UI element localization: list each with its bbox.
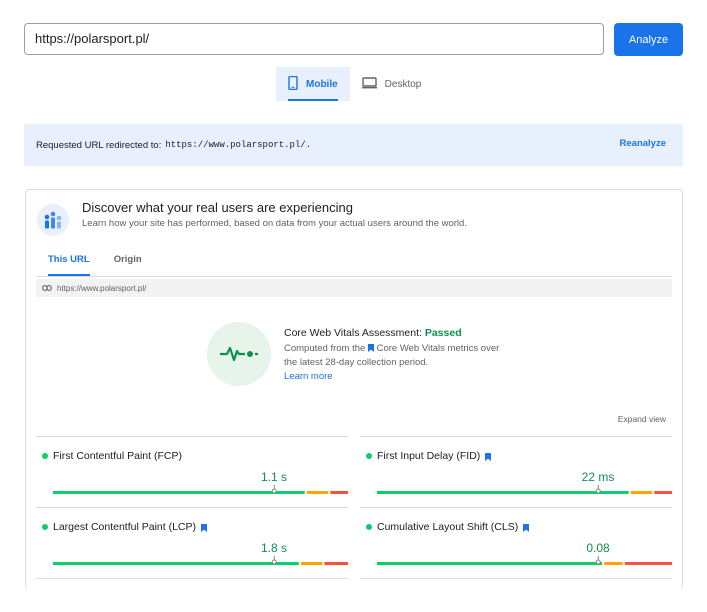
reanalyze-link[interactable]: Reanalyze (620, 138, 666, 149)
metrics-bottom-divider-left (36, 578, 348, 579)
metric-cls: Cumulative Layout Shift (CLS) 0.08 (360, 507, 672, 579)
p75-marker (271, 488, 277, 494)
panel-subtitle: Learn how your site has performed, based… (82, 218, 467, 229)
assessment-label: Core Web Vitals Assessment: (284, 327, 422, 339)
good-dot-icon (366, 453, 372, 459)
p75-marker (595, 559, 601, 565)
bookmark-icon (201, 523, 207, 532)
metric-fcp: First Contentful Paint (FCP) 1.1 s (36, 436, 348, 508)
cwv-pulse-icon (207, 322, 271, 386)
tab-desktop-label: Desktop (384, 78, 422, 90)
tab-desktop[interactable]: Desktop (350, 67, 422, 101)
good-dot-icon (42, 453, 48, 459)
monitor-icon (361, 76, 377, 92)
poor-segment (324, 562, 348, 565)
panel-title: Discover what your real users are experi… (82, 200, 353, 215)
bookmark-icon (367, 343, 374, 352)
distribution-bar (377, 556, 672, 565)
tab-mobile-label: Mobile (306, 78, 338, 90)
metric-label: First Input Delay (FID) (377, 450, 481, 462)
assessment-title: Core Web Vitals Assessment: Passed (284, 327, 462, 339)
metric-value: 1.1 s (260, 470, 288, 484)
p75-marker (271, 559, 277, 565)
tabs-divider (36, 276, 672, 277)
page-url-text: https://www.polarsport.pl/ (57, 283, 147, 293)
metric-label: Largest Contentful Paint (LCP) (53, 521, 196, 533)
good-dot-icon (42, 524, 48, 530)
metric-value: 1.8 s (260, 541, 288, 555)
average-segment (300, 562, 323, 565)
average-segment (604, 562, 623, 565)
good-segment (377, 491, 629, 494)
metric-value: 0.08 (586, 541, 610, 555)
metric-fid: First Input Delay (FID) 22 ms (360, 436, 672, 508)
redirect-prefix: Requested URL redirected to: (36, 139, 162, 151)
tab-this-url[interactable]: This URL (36, 250, 102, 276)
average-segment (630, 491, 653, 494)
distribution-bar (377, 485, 672, 494)
assessment-description: Computed from the Core Web Vitals metric… (284, 342, 504, 370)
assessment-desc-prefix: Computed from the (284, 343, 366, 354)
expand-view-link[interactable]: Expand view (618, 414, 666, 424)
poor-segment (624, 562, 672, 565)
good-dot-icon (366, 524, 372, 530)
page-url-chip: https://www.polarsport.pl/ (36, 279, 672, 297)
metric-lcp: Largest Contentful Paint (LCP) 1.8 s (36, 507, 348, 579)
assessment-status: Passed (424, 327, 462, 339)
learn-more-link[interactable]: Learn more (284, 371, 333, 382)
distribution-bar (53, 485, 348, 494)
redirect-url: https://www.polarsport.pl/. (165, 140, 312, 150)
scope-tabs: This URL Origin (36, 250, 154, 276)
url-input[interactable]: https://polarsport.pl/ (24, 23, 604, 55)
average-segment (306, 491, 329, 494)
analyze-button[interactable]: Analyze (614, 23, 683, 56)
metric-label: First Contentful Paint (FCP) (53, 450, 182, 462)
bookmark-icon (485, 452, 492, 461)
good-segment (53, 491, 305, 494)
bookmark-icon (523, 523, 530, 532)
metric-label: Cumulative Layout Shift (CLS) (377, 521, 519, 533)
crux-users-icon (37, 204, 69, 236)
field-data-panel: Discover what your real users are experi… (25, 189, 683, 589)
good-segment (377, 562, 603, 565)
poor-segment (654, 491, 672, 494)
distribution-bar (53, 556, 348, 565)
metric-value: 22 ms (581, 470, 615, 484)
p75-marker (595, 488, 601, 494)
poor-segment (330, 491, 348, 494)
phone-icon (288, 75, 298, 93)
good-segment (53, 562, 299, 565)
redirect-notice: Requested URL redirected to: https://www… (24, 124, 683, 166)
metrics-bottom-divider-right (360, 578, 672, 579)
tab-origin[interactable]: Origin (102, 250, 154, 276)
link-icon (42, 284, 52, 293)
tab-mobile[interactable]: Mobile (276, 67, 350, 101)
device-tabs: Mobile Desktop (276, 67, 422, 101)
